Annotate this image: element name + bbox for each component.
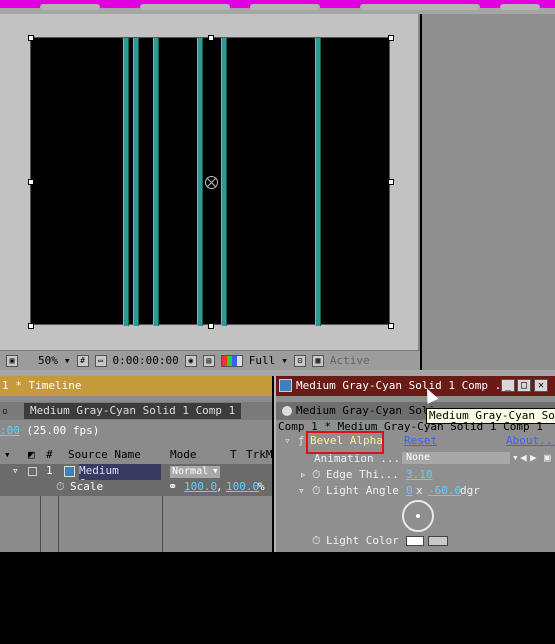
layer-column-header: ▾ ◩ # Source Name Mode T TrkM <box>0 448 273 464</box>
zoom-select[interactable]: 50% <box>38 354 58 367</box>
transform-handle[interactable] <box>388 179 394 185</box>
show-snapshot-icon[interactable]: ▤ <box>202 354 215 367</box>
grid-icon[interactable]: # <box>76 354 89 367</box>
prev-preset-icon[interactable]: ◀ <box>520 451 527 464</box>
transform-handle[interactable] <box>208 35 214 41</box>
stopwatch-icon[interactable]: ⏱ <box>312 534 321 548</box>
stopwatch-icon[interactable]: ⏱ <box>312 468 321 482</box>
edge-thickness-value[interactable]: 3.10 <box>406 468 433 481</box>
animation-presets-select[interactable]: None <box>402 452 510 464</box>
timecode[interactable]: 0:00:00:00 <box>113 354 179 367</box>
channel-icon[interactable] <box>220 354 243 367</box>
next-preset-icon[interactable]: ▶ <box>530 451 537 464</box>
layer-label-swatch[interactable] <box>28 467 37 476</box>
timeline-title[interactable]: 1 * Timeline <box>0 376 272 396</box>
expand-property-icon[interactable]: ▿ <box>298 484 305 497</box>
composition-canvas[interactable] <box>28 35 394 329</box>
anchor-point-icon[interactable] <box>205 176 218 189</box>
region-of-interest-icon[interactable]: ⊡ <box>293 354 306 367</box>
light-angle-label: Light Angle <box>326 484 399 497</box>
snapshot-icon[interactable]: ▣ <box>6 354 18 367</box>
composition-viewer: ▣ 50% ▾ # ▭ 0:00:00:00 ◉ ▤ Full ▾ ⊡ ▩ Ac… <box>0 14 420 370</box>
timeline-panel: 1 * Timeline ▫ Medium Gray-Cyan Solid 1 … <box>0 376 273 552</box>
transform-handle[interactable] <box>208 323 214 329</box>
tab-close-icon[interactable]: ▫ <box>2 406 8 417</box>
eyedropper-icon[interactable] <box>428 536 448 546</box>
property-row: ⏱ Scale ⚭ 100.0 , 100.0 % <box>0 480 272 496</box>
panel-icon <box>279 379 292 392</box>
angle-dial[interactable] <box>402 500 434 532</box>
link-icon[interactable]: ⚭ <box>168 480 177 493</box>
save-preset-icon[interactable]: ▣ <box>544 451 551 464</box>
transform-handle[interactable] <box>28 323 34 329</box>
transform-handle[interactable] <box>388 35 394 41</box>
effect-controls-title[interactable]: Medium Gray-Cyan Solid 1 Comp ... _ □ ✕ <box>276 376 555 396</box>
highlight-box <box>306 431 384 454</box>
stopwatch-icon[interactable]: ⏱ <box>312 484 321 498</box>
dropdown-arrow-icon[interactable]: ▾ <box>512 451 519 464</box>
comp-toolbar: ▣ 50% ▾ # ▭ 0:00:00:00 ◉ ▤ Full ▾ ⊡ ▩ Ac… <box>0 350 420 370</box>
about-link[interactable]: About... <box>506 434 555 447</box>
effect-expand-icon[interactable]: ▿ <box>284 434 291 447</box>
solid-layer-icon <box>64 466 75 477</box>
light-color-label: Light Color <box>326 534 399 547</box>
mode-header[interactable]: Mode <box>170 448 197 461</box>
layer-row[interactable]: ▿ 1 Medium Gra... Normal ▾ <box>0 464 272 490</box>
zoom-dropdown-icon[interactable]: ▾ <box>64 354 71 367</box>
trkmat-header[interactable]: TrkM <box>246 448 273 461</box>
camera-view-select[interactable]: Active <box>330 354 370 367</box>
tab-effect-layer[interactable]: Medium Gray-Cyan Soli <box>296 404 435 417</box>
scale-y-value[interactable]: 100.0 <box>226 480 259 493</box>
safe-zones-icon[interactable]: ▭ <box>94 354 107 367</box>
time-display[interactable]: :00 (25.00 fps) <box>0 424 99 437</box>
empty-workspace <box>422 14 555 370</box>
camera-snapshot-icon[interactable]: ◉ <box>184 354 197 367</box>
edge-thickness-label: Edge Thi... <box>326 468 399 481</box>
light-angle-degrees[interactable]: -60.0 <box>428 484 461 497</box>
effect-panel-icon <box>282 406 292 416</box>
label-icon: ◩ <box>28 448 35 461</box>
reset-link[interactable]: Reset <box>404 434 437 447</box>
minimize-button[interactable]: _ <box>501 379 515 392</box>
transform-handle[interactable] <box>388 323 394 329</box>
light-angle-revolutions[interactable]: 0 <box>406 484 413 497</box>
collapse-icon[interactable]: ▾ <box>4 448 11 461</box>
blend-mode-dropdown-icon[interactable]: ▾ <box>212 464 219 477</box>
transform-handle[interactable] <box>28 35 34 41</box>
top-strip <box>0 0 555 14</box>
expand-layer-icon[interactable]: ▿ <box>12 464 19 477</box>
light-color-swatch[interactable] <box>406 536 424 546</box>
scale-x-value[interactable]: 100.0 <box>184 480 217 493</box>
stopwatch-icon[interactable]: ⏱ <box>56 480 65 494</box>
resolution-select[interactable]: Full <box>249 354 276 367</box>
source-name-header[interactable]: Source Name <box>68 448 141 461</box>
close-button[interactable]: ✕ <box>534 379 548 392</box>
maximize-button[interactable]: □ <box>517 379 531 392</box>
property-name: Scale <box>70 480 104 493</box>
resolution-dropdown-icon[interactable]: ▾ <box>281 354 288 367</box>
effect-controls-panel: Medium Gray-Cyan Solid 1 Comp ... _ □ ✕ … <box>274 376 555 552</box>
transparency-grid-icon[interactable]: ▩ <box>311 354 324 367</box>
tab-comp[interactable]: Medium Gray-Cyan Solid 1 Comp 1 <box>24 403 242 419</box>
expand-property-icon[interactable]: ▹ <box>300 468 307 481</box>
fx-toggle-icon[interactable]: ƒ <box>298 434 305 447</box>
timeline-tab-bar: ▫ Medium Gray-Cyan Solid 1 Comp 1 <box>0 402 272 420</box>
transform-handle[interactable] <box>28 179 34 185</box>
